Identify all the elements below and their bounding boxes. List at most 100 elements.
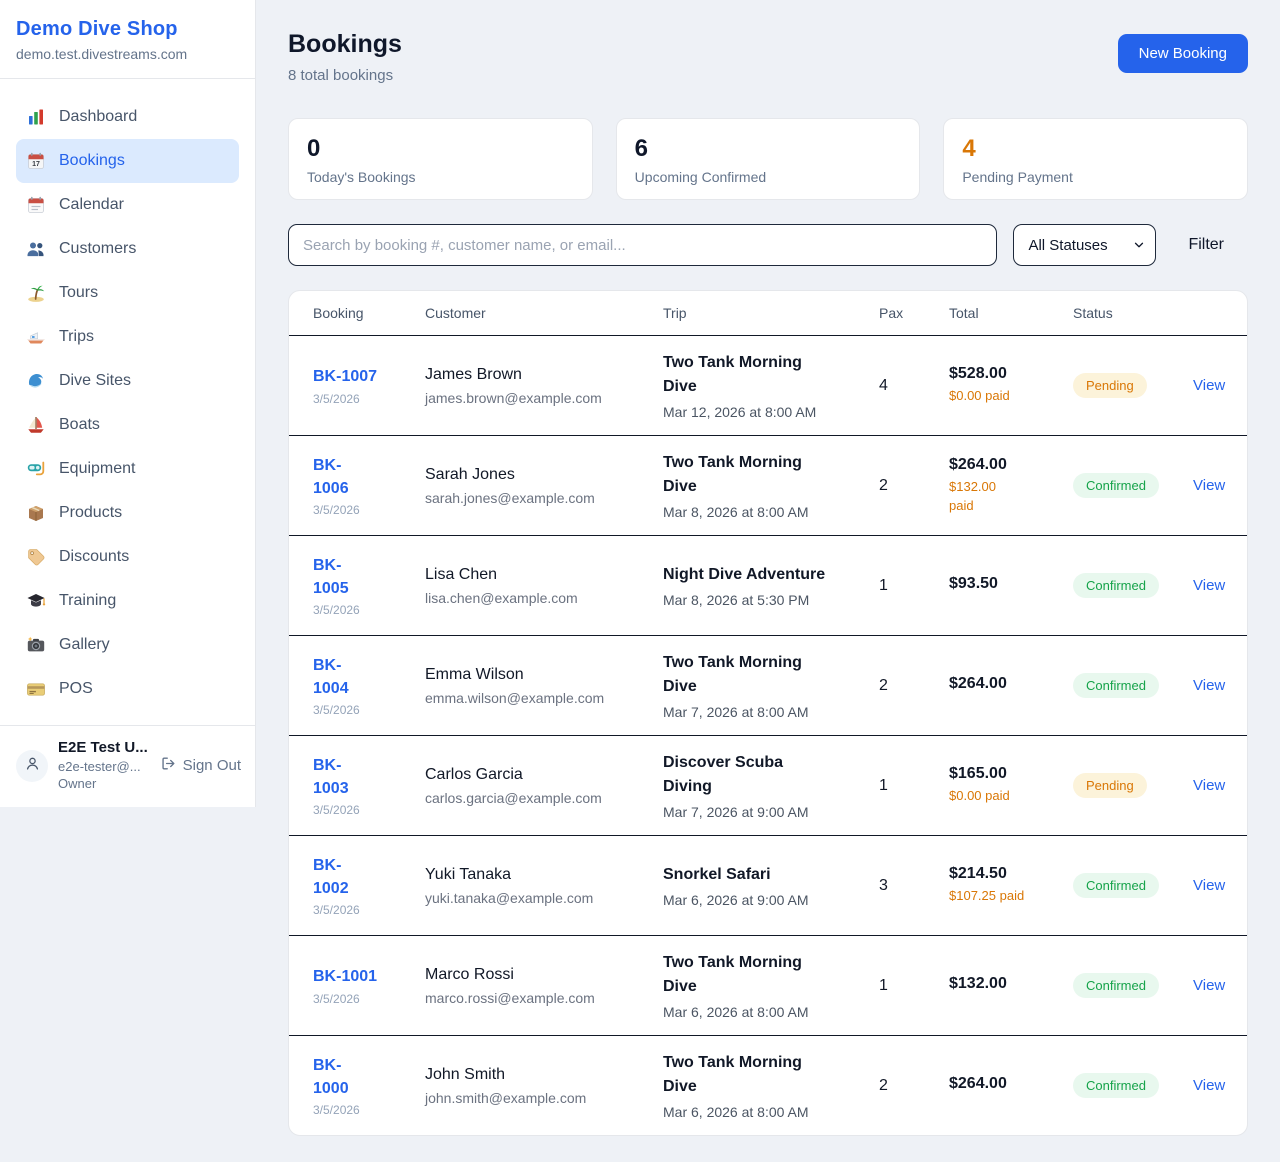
- customer-name: John Smith: [425, 1065, 663, 1086]
- booking-date: 3/5/2026: [313, 392, 425, 406]
- total-cell: $264.00: [949, 1075, 1073, 1097]
- sidebar-item-label: Products: [59, 504, 122, 522]
- booking-date: 3/5/2026: [313, 503, 425, 517]
- trips-icon: [26, 327, 46, 347]
- page-title: Bookings: [288, 30, 402, 59]
- sidebar-item-pos[interactable]: POS: [16, 667, 239, 711]
- sidebar-item-customers[interactable]: Customers: [16, 227, 239, 271]
- pax-value: 2: [879, 677, 949, 695]
- stat-card: 6 Upcoming Confirmed: [616, 118, 921, 200]
- sidebar-item-label: Dashboard: [59, 108, 137, 126]
- customer-cell: Sarah Jones sarah.jones@example.com: [425, 465, 663, 506]
- customer-name: Marco Rossi: [425, 965, 663, 986]
- sidebar-item-label: POS: [59, 680, 93, 698]
- sidebar-item-bookings[interactable]: 17 Bookings: [16, 139, 239, 183]
- view-link[interactable]: View: [1193, 377, 1225, 394]
- status-badge: Confirmed: [1073, 473, 1159, 498]
- view-link[interactable]: View: [1193, 677, 1225, 694]
- column-header-booking: Booking: [313, 305, 425, 321]
- sidebar-item-calendar[interactable]: Calendar: [16, 183, 239, 227]
- new-booking-button[interactable]: New Booking: [1118, 34, 1248, 73]
- status-cell: Pending: [1073, 373, 1193, 398]
- table-row: BK-1007 3/5/2026 James Brown james.brown…: [289, 336, 1247, 436]
- booking-cell: BK- 1005 3/5/2026: [313, 554, 425, 617]
- sidebar-item-products[interactable]: Products: [16, 491, 239, 535]
- bookings-icon: 17: [26, 151, 46, 171]
- sidebar-item-label: Boats: [59, 416, 100, 434]
- view-link[interactable]: View: [1193, 477, 1225, 494]
- status-badge: Confirmed: [1073, 873, 1159, 898]
- sidebar-item-label: Training: [59, 592, 116, 610]
- table-row: BK-1001 3/5/2026 Marco Rossi marco.rossi…: [289, 936, 1247, 1036]
- brand-name: Demo Dive Shop: [16, 18, 239, 41]
- view-link[interactable]: View: [1193, 577, 1225, 594]
- pax-value: 2: [879, 477, 949, 495]
- status-cell: Confirmed: [1073, 1073, 1193, 1098]
- trip-datetime: Mar 7, 2026 at 9:00 AM: [663, 804, 879, 820]
- stat-label: Upcoming Confirmed: [635, 169, 902, 185]
- sidebar-item-dive-sites[interactable]: Dive Sites: [16, 359, 239, 403]
- sidebar-item-trips[interactable]: Trips: [16, 315, 239, 359]
- sidebar-item-training[interactable]: Training: [16, 579, 239, 623]
- status-filter-select[interactable]: All Statuses: [1013, 224, 1156, 266]
- trip-cell: Night Dive Adventure Mar 8, 2026 at 5:30…: [663, 563, 879, 608]
- view-link[interactable]: View: [1193, 777, 1225, 794]
- total-amount: $264.00: [949, 675, 1073, 693]
- view-link[interactable]: View: [1193, 977, 1225, 994]
- table-row: BK- 1005 3/5/2026 Lisa Chen lisa.chen@ex…: [289, 536, 1247, 636]
- customer-cell: Yuki Tanaka yuki.tanaka@example.com: [425, 865, 663, 906]
- boats-icon: [26, 415, 46, 435]
- column-header-trip: Trip: [663, 305, 879, 321]
- booking-number-link[interactable]: BK-1001: [313, 965, 425, 988]
- filter-button[interactable]: Filter: [1156, 236, 1248, 254]
- customer-name: Carlos Garcia: [425, 765, 663, 786]
- customer-email: emma.wilson@example.com: [425, 690, 663, 706]
- column-header-customer: Customer: [425, 305, 663, 321]
- status-cell: Confirmed: [1073, 973, 1193, 998]
- sign-out-label: Sign Out: [183, 757, 241, 774]
- user-email: e2e-tester@...: [58, 759, 150, 776]
- avatar-person-icon: [24, 755, 41, 777]
- booking-number-link[interactable]: BK-1007: [313, 365, 425, 388]
- sidebar-item-tours[interactable]: Tours: [16, 271, 239, 315]
- sidebar-item-boats[interactable]: Boats: [16, 403, 239, 447]
- customers-icon: [26, 239, 46, 259]
- sign-out-button[interactable]: Sign Out: [160, 755, 241, 776]
- booking-number-link[interactable]: BK- 1004: [313, 654, 425, 700]
- view-link[interactable]: View: [1193, 1077, 1225, 1094]
- total-cell: $132.00: [949, 975, 1073, 997]
- search-input[interactable]: [288, 224, 997, 266]
- customer-name: Emma Wilson: [425, 665, 663, 686]
- sidebar-item-gallery[interactable]: Gallery: [16, 623, 239, 667]
- status-badge: Confirmed: [1073, 973, 1159, 998]
- paid-amount: $132.00 paid: [949, 478, 1073, 516]
- view-link[interactable]: View: [1193, 877, 1225, 894]
- sidebar: Demo Dive Shop demo.test.divestreams.com…: [0, 0, 256, 807]
- trip-datetime: Mar 6, 2026 at 9:00 AM: [663, 892, 879, 908]
- booking-number-link[interactable]: BK- 1002: [313, 854, 425, 900]
- pax-value: 2: [879, 1077, 949, 1095]
- status-cell: Confirmed: [1073, 573, 1193, 598]
- stat-card: 4 Pending Payment: [943, 118, 1248, 200]
- sidebar-item-dashboard[interactable]: Dashboard: [16, 95, 239, 139]
- total-amount: $93.50: [949, 575, 1073, 593]
- customer-email: yuki.tanaka@example.com: [425, 890, 663, 906]
- sidebar-item-label: Equipment: [59, 460, 136, 478]
- booking-number-link[interactable]: BK- 1003: [313, 754, 425, 800]
- sidebar-item-equipment[interactable]: Equipment: [16, 447, 239, 491]
- sidebar-item-discounts[interactable]: Discounts: [16, 535, 239, 579]
- booking-cell: BK- 1003 3/5/2026: [313, 754, 425, 817]
- gallery-icon: [26, 635, 46, 655]
- app-root: Demo Dive Shop demo.test.divestreams.com…: [0, 0, 1280, 1136]
- trip-name: Two Tank Morning Dive: [663, 1051, 879, 1099]
- total-cell: $528.00 $0.00 paid: [949, 365, 1073, 406]
- customer-name: Yuki Tanaka: [425, 865, 663, 886]
- total-cell: $264.00: [949, 675, 1073, 697]
- booking-number-link[interactable]: BK- 1005: [313, 554, 425, 600]
- booking-number-link[interactable]: BK- 1000: [313, 1054, 425, 1100]
- customer-cell: Lisa Chen lisa.chen@example.com: [425, 565, 663, 606]
- trip-cell: Two Tank Morning Dive Mar 12, 2026 at 8:…: [663, 351, 879, 420]
- user-role: Owner: [58, 776, 150, 793]
- trip-datetime: Mar 8, 2026 at 5:30 PM: [663, 592, 879, 608]
- booking-number-link[interactable]: BK- 1006: [313, 454, 425, 500]
